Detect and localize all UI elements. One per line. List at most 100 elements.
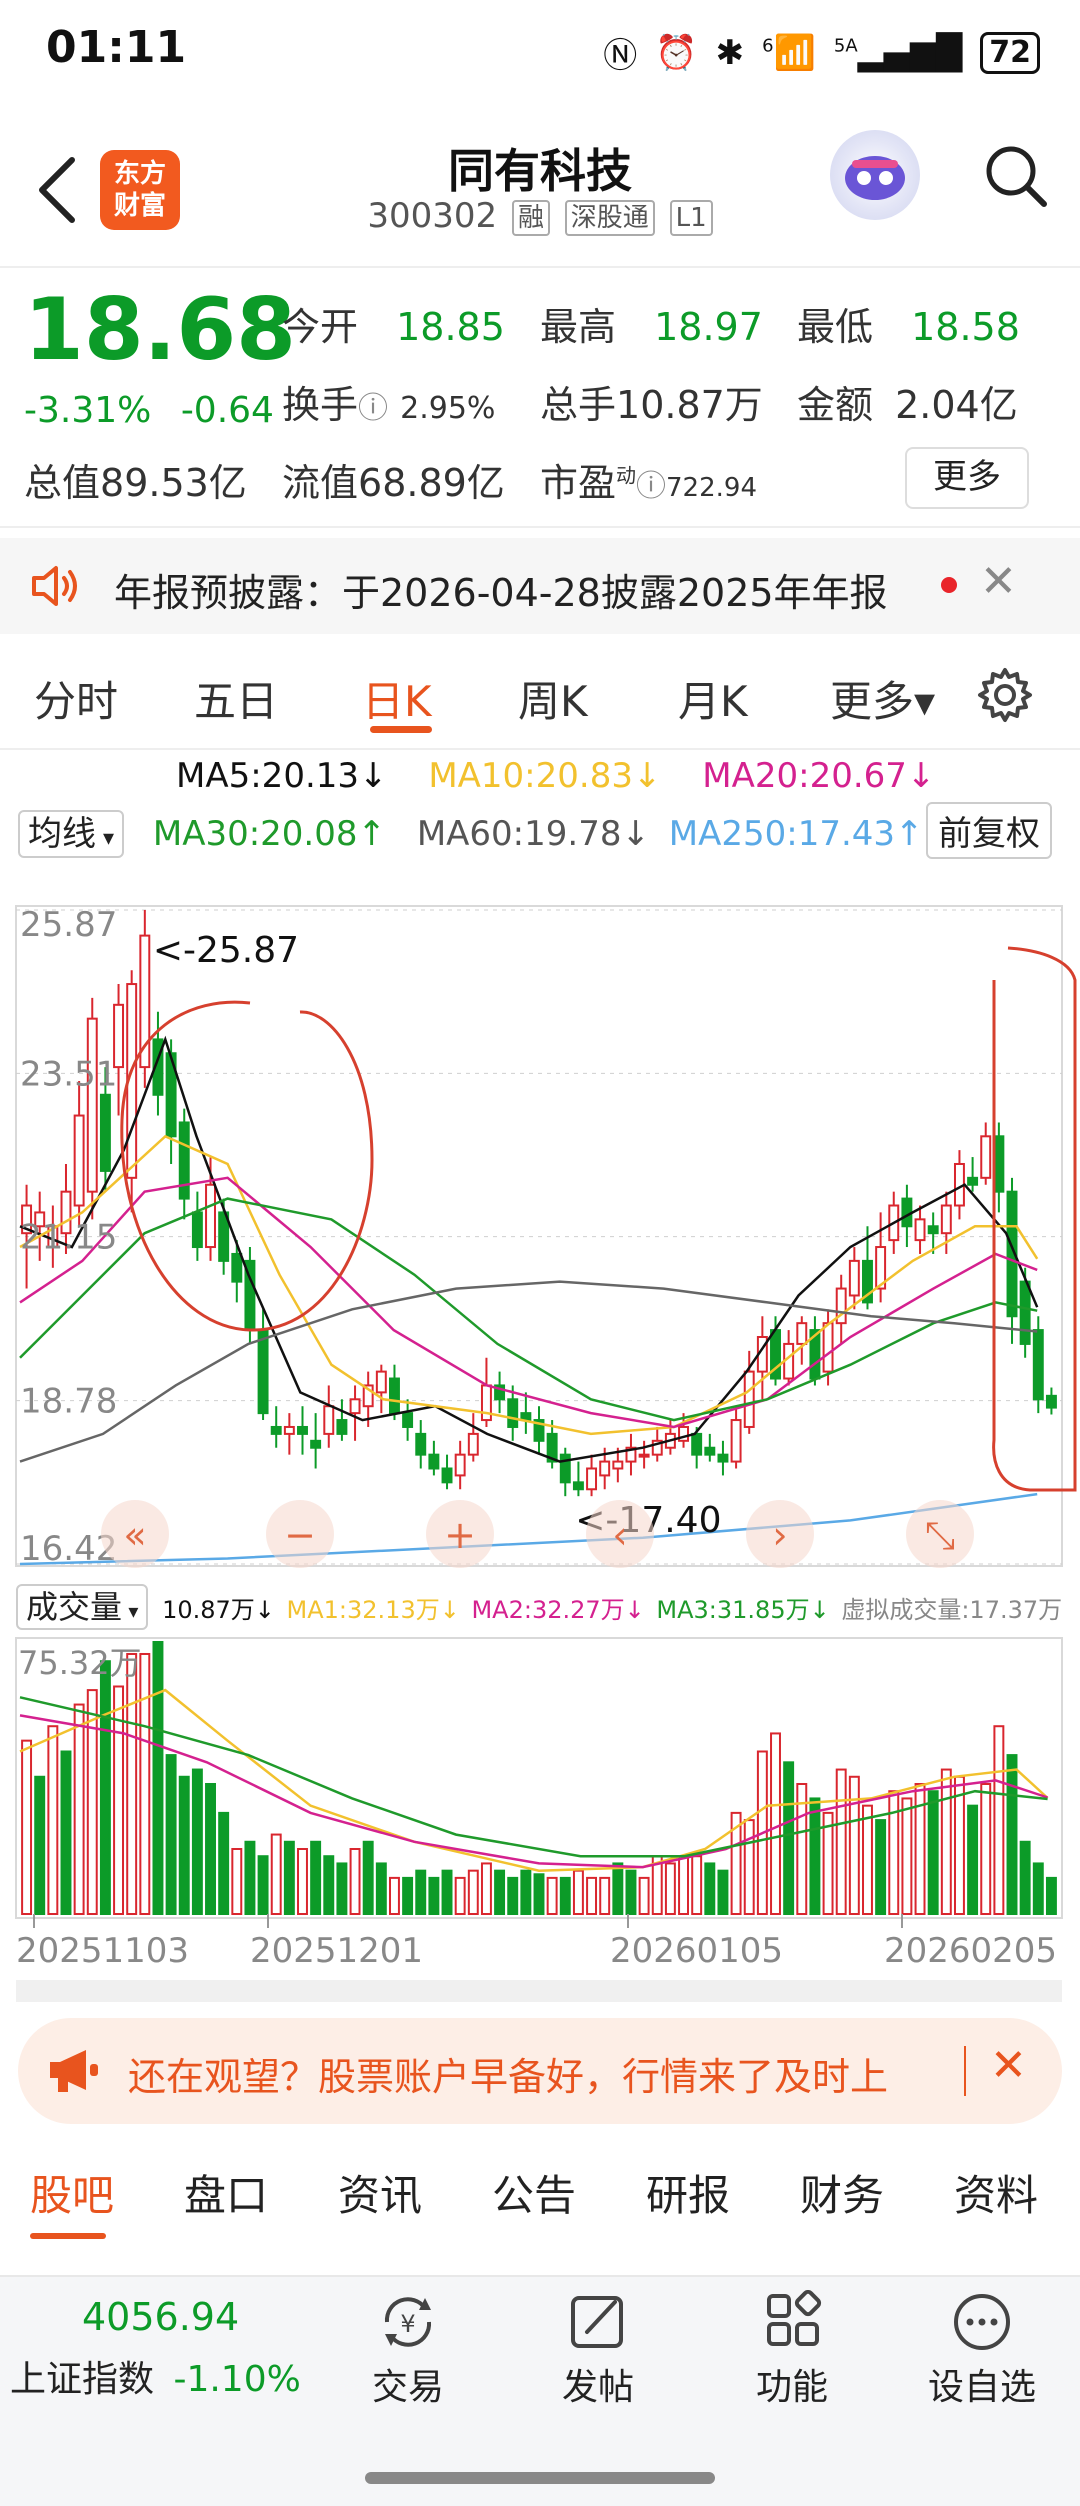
x-tick-label: 20260105 xyxy=(610,1931,783,1971)
amount-value: 2.04亿 xyxy=(895,383,1018,427)
volume-bar xyxy=(572,1869,584,1916)
promo-text[interactable]: 还在观望？股票账户早备好，行情来了及时上 xyxy=(128,2046,888,2101)
open-label: 今开 xyxy=(282,305,359,349)
volume-bar xyxy=(178,1775,190,1915)
volume-bar xyxy=(625,1869,637,1916)
caret-down-icon: ▾ xyxy=(122,1599,139,1623)
volume-bar xyxy=(980,1782,992,1915)
settings-gear-icon[interactable] xyxy=(976,666,1034,724)
index-label[interactable]: 上证指数 -1.10% xyxy=(10,2350,301,2402)
chart-control-2[interactable]: + xyxy=(426,1500,494,1568)
indicator-select[interactable]: 均线 ▾ xyxy=(18,810,125,858)
volume-bar xyxy=(1006,1754,1018,1916)
candle-body xyxy=(297,1425,308,1435)
index-value[interactable]: 4056.94 xyxy=(82,2295,239,2339)
pe-dynamic-mark: 动 xyxy=(616,463,637,488)
y-tick-label: 18.78 xyxy=(20,1382,117,1422)
candle-body xyxy=(375,1370,387,1394)
tab-intraday[interactable]: 分时 xyxy=(34,668,118,729)
tab-forum[interactable]: 股吧 xyxy=(30,2162,114,2223)
timeline-scroll-track[interactable] xyxy=(16,1980,1062,2002)
candlestick-chart[interactable]: 25.8723.5121.1518.7816.42<-25.87<-17.40 … xyxy=(0,900,1080,1570)
active-subtab-indicator xyxy=(30,2233,106,2239)
float-value: 68.89亿 xyxy=(358,461,505,505)
volume-bar xyxy=(257,1855,269,1915)
bluetooth-icon: ✱ xyxy=(715,32,745,73)
volume-bar xyxy=(993,1725,1005,1915)
tab-daily-k[interactable]: 日K xyxy=(362,668,432,729)
vol-ma1-label: MA1:32.13万↓ xyxy=(286,1596,460,1624)
nav-functions[interactable]: 功能 xyxy=(722,2290,862,2410)
nav-trade-label: 交易 xyxy=(371,2367,444,2408)
high-value: 18.97 xyxy=(654,305,763,349)
volume-max-label: 75.32万 xyxy=(18,1644,142,1682)
tab-monthly-k[interactable]: 月K xyxy=(678,668,748,729)
chart-control-1[interactable]: − xyxy=(266,1500,334,1568)
more-stats-button[interactable]: 更多 xyxy=(905,447,1029,509)
candle-body xyxy=(599,1460,611,1477)
tag-margin: 融 xyxy=(511,199,550,236)
chart-control-4[interactable]: › xyxy=(746,1500,814,1568)
unread-dot xyxy=(941,577,957,593)
info-icon[interactable]: ⓘ xyxy=(636,469,666,504)
volume-bar xyxy=(454,1876,466,1916)
y-tick-label: 21.15 xyxy=(20,1218,117,1258)
volume-bar xyxy=(559,1876,571,1916)
volume-bar xyxy=(283,1840,295,1915)
tab-more[interactable]: 更多▾ xyxy=(830,668,935,729)
ma-legend-row2: 均线 ▾ MA30:20.08↑ MA60:19.78↓ MA250:17.43… xyxy=(18,806,924,858)
close-icon[interactable]: ✕ xyxy=(990,2040,1027,2091)
caret-down-icon: ▾ xyxy=(96,826,115,851)
volume-indicator-select[interactable]: 成交量 ▾ xyxy=(16,1584,149,1630)
candle-body xyxy=(993,1135,1005,1193)
tab-finance[interactable]: 财务 xyxy=(800,2162,884,2223)
tab-weekly-k[interactable]: 周K xyxy=(518,668,588,729)
nav-add-watchlist[interactable]: 设自选 xyxy=(912,2290,1052,2410)
volume-bar xyxy=(967,1804,979,1916)
high-label: 最高 xyxy=(540,305,617,349)
candle-body xyxy=(586,1467,598,1491)
close-icon[interactable]: ✕ xyxy=(980,556,1017,607)
volume-bar xyxy=(34,1775,46,1915)
tab-news[interactable]: 资讯 xyxy=(338,2162,422,2223)
search-icon[interactable] xyxy=(980,140,1052,212)
adjust-price-button[interactable]: 前复权 xyxy=(926,802,1052,859)
notice-text[interactable]: 年报预披露：于2026-04-28披露2025年年报 xyxy=(114,562,888,617)
tab-orderbook[interactable]: 盘口 xyxy=(184,2162,268,2223)
nav-post[interactable]: 发帖 xyxy=(528,2290,668,2410)
tab-research[interactable]: 研报 xyxy=(646,2162,730,2223)
pe-stat: 市盈动ⓘ722.94 xyxy=(540,452,757,507)
volume-bar xyxy=(428,1876,440,1916)
info-icon[interactable]: ⓘ xyxy=(358,391,388,426)
signal-icon: 5A▂▄▆█ xyxy=(833,32,963,73)
amount-stat: 金额 2.04亿 xyxy=(797,374,1018,429)
nav-trade[interactable]: ¥ 交易 xyxy=(338,2290,478,2410)
home-indicator[interactable] xyxy=(365,2472,715,2484)
tab-5day[interactable]: 五日 xyxy=(194,668,278,729)
control-glyph: › xyxy=(772,1513,787,1557)
robot-avatar[interactable] xyxy=(830,130,920,220)
tab-announcements[interactable]: 公告 xyxy=(492,2162,576,2223)
candle-body xyxy=(283,1425,295,1435)
ma20-line xyxy=(19,1176,1038,1429)
low-value: 18.58 xyxy=(911,305,1020,349)
tab-profile[interactable]: 资料 xyxy=(954,2162,1038,2223)
alarm-icon: ⏰ xyxy=(655,32,698,73)
chart-control-0[interactable]: « xyxy=(101,1500,169,1568)
volume-bar xyxy=(586,1876,598,1916)
promo-divider xyxy=(964,2046,966,2096)
candle-body xyxy=(415,1432,427,1456)
ma10-label: MA10:20.83↓ xyxy=(428,756,662,796)
chart-control-3[interactable]: ‹ xyxy=(586,1500,654,1568)
y-tick-label: 25.87 xyxy=(20,905,117,945)
tag-connect: 深股通 xyxy=(564,199,655,236)
candle-body xyxy=(848,1259,860,1297)
volume-bar xyxy=(218,1811,230,1916)
high-annotation: <-25.87 xyxy=(153,930,299,971)
chart-control-5[interactable]: ⤡ xyxy=(906,1500,974,1568)
volume-bar xyxy=(599,1876,611,1916)
candle-body xyxy=(389,1377,400,1415)
volume-bar xyxy=(349,1847,361,1915)
volume-chart[interactable]: 75.32万 20251103 20251201 20260105 20260205 xyxy=(0,1632,1080,2002)
volume-bar xyxy=(704,1862,716,1916)
